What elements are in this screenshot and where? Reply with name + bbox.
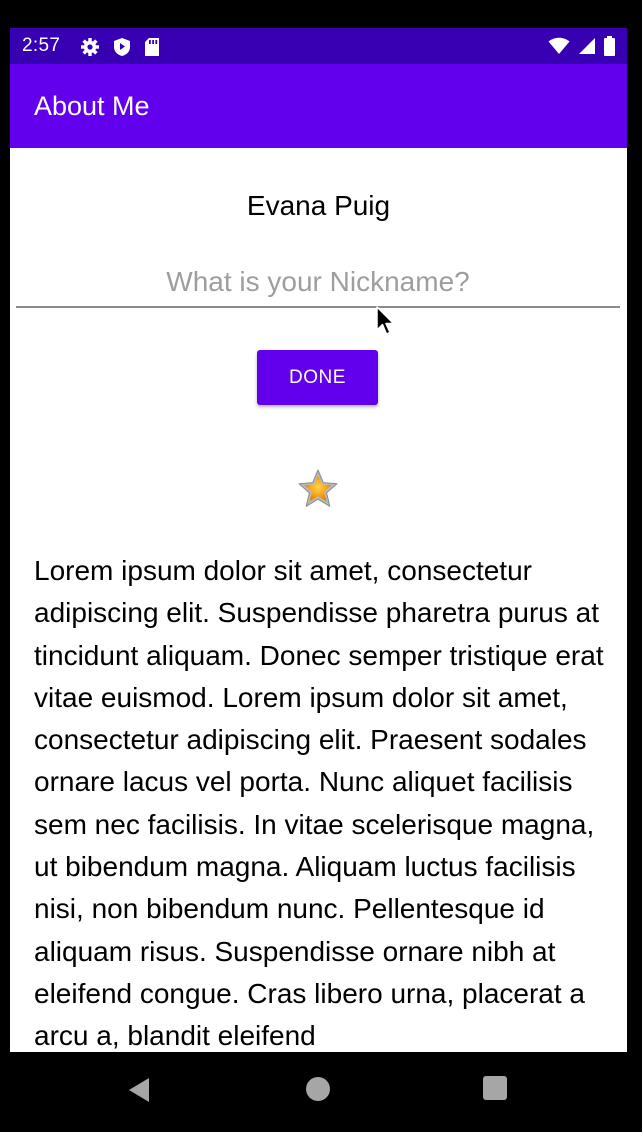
shield-icon (114, 38, 130, 56)
navigation-bar (0, 1052, 642, 1132)
app-bar: About Me (10, 64, 627, 148)
battery-icon (604, 36, 615, 56)
bio-text: Lorem ipsum dolor sit amet, consectetur … (34, 555, 604, 1052)
wifi-icon (548, 37, 570, 54)
star-icon (298, 469, 338, 507)
status-notification-icons (80, 37, 160, 56)
recents-icon[interactable] (483, 1076, 507, 1100)
sd-card-icon (145, 38, 159, 56)
done-button[interactable]: DONE (257, 350, 378, 405)
back-icon[interactable] (126, 1076, 152, 1104)
signal-icon (579, 38, 595, 54)
app-title: About Me (34, 91, 150, 121)
gear-icon (81, 38, 99, 56)
home-icon[interactable] (306, 1077, 330, 1101)
app-screen: 2:57 About Me Evana Puig What is your Ni… (10, 28, 627, 1052)
status-time: 2:57 (22, 35, 61, 56)
main-content[interactable]: Evana Puig DONE Lorem ipsum dolor sit am… (10, 148, 627, 1052)
status-system-icons (548, 36, 615, 56)
mouse-cursor-icon (376, 306, 395, 335)
status-bar: 2:57 (10, 28, 627, 64)
name-text: Evana Puig (246, 190, 391, 221)
nickname-input[interactable] (16, 258, 620, 308)
device-frame: 2:57 About Me Evana Puig What is your Ni… (0, 0, 642, 1132)
